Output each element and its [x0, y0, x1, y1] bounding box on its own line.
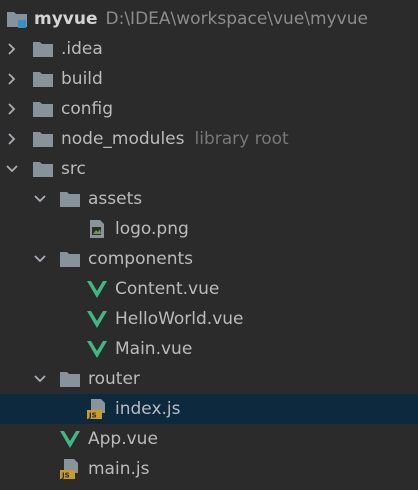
js-file-icon: JS	[86, 398, 108, 420]
vue-file-icon	[59, 428, 81, 450]
tree-row-main-vue[interactable]: Main.vue	[0, 334, 418, 364]
svg-text:JS: JS	[88, 412, 97, 420]
folder-label-node-modules: node_modules	[61, 129, 185, 149]
chevron-down-icon[interactable]	[6, 163, 18, 175]
tree-row-router[interactable]: router	[0, 364, 418, 394]
tree-row-assets[interactable]: assets	[0, 184, 418, 214]
chevron-down-icon[interactable]	[34, 193, 46, 205]
file-label-helloworld-vue: HelloWorld.vue	[115, 309, 244, 329]
folder-label-build: build	[61, 69, 103, 89]
tree-row-main-js[interactable]: JS main.js	[0, 454, 418, 484]
js-file-icon: JS	[59, 458, 81, 480]
tree-row-components[interactable]: components	[0, 244, 418, 274]
svg-text:JS: JS	[61, 472, 70, 480]
chevron-right-icon[interactable]	[6, 73, 18, 85]
chevron-right-icon[interactable]	[6, 133, 18, 145]
folder-icon	[32, 68, 54, 90]
folder-label-assets: assets	[88, 189, 143, 209]
vue-file-icon	[86, 338, 108, 360]
folder-label-src: src	[61, 159, 86, 179]
folder-label-components: components	[88, 249, 194, 269]
file-label-main-js: main.js	[88, 459, 150, 479]
file-label-app-vue: App.vue	[88, 429, 158, 449]
folder-icon	[32, 38, 54, 60]
folder-icon	[59, 368, 81, 390]
tree-row-src[interactable]: src	[0, 154, 418, 184]
folder-icon	[32, 98, 54, 120]
chevron-right-icon[interactable]	[6, 103, 18, 115]
folder-label-idea: .idea	[61, 39, 103, 59]
vue-file-icon	[86, 278, 108, 300]
project-path: D:\IDEA\workspace\vue\myvue	[105, 9, 368, 29]
tree-row-content-vue[interactable]: Content.vue	[0, 274, 418, 304]
file-label-main-vue: Main.vue	[115, 339, 193, 359]
tree-row-app-vue[interactable]: App.vue	[0, 424, 418, 454]
vue-file-icon	[86, 308, 108, 330]
library-root-hint: library root	[194, 129, 289, 149]
tree-row-helloworld-vue[interactable]: HelloWorld.vue	[0, 304, 418, 334]
folder-icon	[59, 188, 81, 210]
tree-row-node-modules[interactable]: node_modules library root	[0, 124, 418, 154]
tree-row-build[interactable]: build	[0, 64, 418, 94]
file-label-logo: logo.png	[115, 219, 189, 239]
tree-row-logo-png[interactable]: logo.png	[0, 214, 418, 244]
tree-row-idea[interactable]: .idea	[0, 34, 418, 64]
image-file-icon	[86, 218, 108, 240]
folder-icon	[59, 248, 81, 270]
project-name: myvue	[34, 9, 98, 29]
file-label-content-vue: Content.vue	[115, 279, 220, 299]
chevron-right-icon[interactable]	[6, 43, 18, 55]
chevron-down-icon[interactable]	[34, 253, 46, 265]
tree-row-config[interactable]: config	[0, 94, 418, 124]
folder-icon	[32, 158, 54, 180]
file-label-index-js: index.js	[115, 399, 181, 419]
folder-icon	[32, 128, 54, 150]
folder-label-router: router	[88, 369, 140, 389]
module-folder-icon	[6, 8, 28, 30]
tree-row-index-js[interactable]: JS index.js	[0, 394, 418, 424]
project-tree: myvue D:\IDEA\workspace\vue\myvue .idea b…	[0, 0, 418, 490]
chevron-down-icon[interactable]	[34, 373, 46, 385]
tree-row-project-root[interactable]: myvue D:\IDEA\workspace\vue\myvue	[0, 4, 418, 34]
folder-label-config: config	[61, 99, 114, 119]
